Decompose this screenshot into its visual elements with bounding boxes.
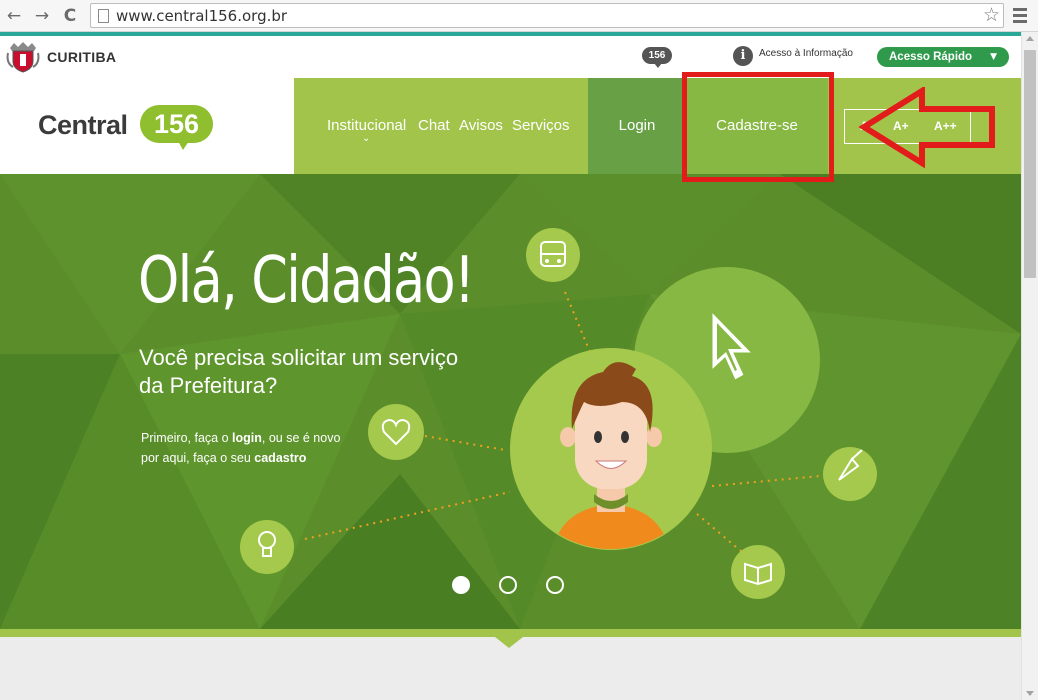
city-name[interactable]: CURITIBA [47, 49, 116, 65]
address-bar[interactable]: www.central156.org.br ☆ [90, 3, 1004, 28]
logo-text: Central [38, 110, 128, 140]
hero-signup-link[interactable]: cadastro [254, 451, 306, 465]
quick-access-label: Acesso Rápido [889, 51, 973, 63]
hero-note-text-start: Primeiro, faça o [141, 431, 233, 445]
browser-menu-icon[interactable] [1013, 8, 1027, 24]
reload-button[interactable]: C [60, 6, 80, 26]
logo-number-bubble: 156 [140, 105, 213, 150]
scroll-up-arrow-icon[interactable] [1026, 36, 1034, 41]
lower-notch-arrow [495, 637, 523, 648]
hero-title: Olá, Cidadão! [138, 244, 475, 318]
access-information-link[interactable]: Acesso à Informação [759, 48, 853, 59]
nav-servicos[interactable]: Serviços [512, 117, 570, 134]
bookmark-star-icon[interactable]: ☆ [983, 4, 1000, 26]
browser-toolbar: ← → C www.central156.org.br ☆ [0, 0, 1038, 32]
url-text[interactable]: www.central156.org.br [116, 7, 287, 25]
scroll-down-arrow-icon[interactable] [1026, 691, 1034, 696]
carousel-dot-2[interactable] [499, 576, 517, 594]
quick-access-button[interactable]: Acesso Rápido ▼ [877, 47, 1009, 67]
highlight-box [682, 72, 834, 182]
nav-chat[interactable]: Chat [418, 117, 450, 134]
web-page: CURITIBA 156 i Acesso à Informação Acess… [0, 32, 1021, 700]
vertical-scrollbar[interactable] [1021, 32, 1038, 700]
carousel-dot-1[interactable] [452, 576, 470, 594]
hero-instruction: Primeiro, faça o login, ou se é novo por… [141, 428, 361, 468]
forward-button[interactable]: → [32, 6, 52, 26]
lower-section [0, 629, 1021, 700]
logo-area[interactable]: Central 156 [0, 78, 294, 174]
nav-avisos[interactable]: Avisos [459, 117, 503, 134]
scroll-thumb[interactable] [1024, 50, 1036, 278]
back-button[interactable]: ← [4, 6, 24, 26]
login-button[interactable]: Login [588, 78, 686, 174]
hero-background-illustration [0, 174, 1021, 629]
hero-banner: Olá, Cidadão! Você precisa solicitar um … [0, 174, 1021, 629]
hero-subtitle: Você precisa solicitar um serviço da Pre… [139, 345, 459, 398]
page-icon [98, 9, 109, 23]
curitiba-coat-of-arms-icon[interactable] [6, 39, 40, 73]
hero-login-link[interactable]: login [232, 431, 262, 445]
caret-down-icon: ▼ [990, 52, 997, 62]
carousel-dot-3[interactable] [546, 576, 564, 594]
lower-green-band [0, 629, 1021, 637]
government-bar: CURITIBA 156 i Acesso à Informação Acess… [0, 36, 1021, 78]
red-arrow-annotation-icon [858, 87, 995, 169]
nav-institucional[interactable]: Institucional [327, 117, 406, 134]
info-icon[interactable]: i [733, 46, 753, 66]
156-bubble-icon[interactable]: 156 [642, 47, 672, 68]
chevron-down-icon[interactable]: ⌄ [362, 133, 370, 144]
